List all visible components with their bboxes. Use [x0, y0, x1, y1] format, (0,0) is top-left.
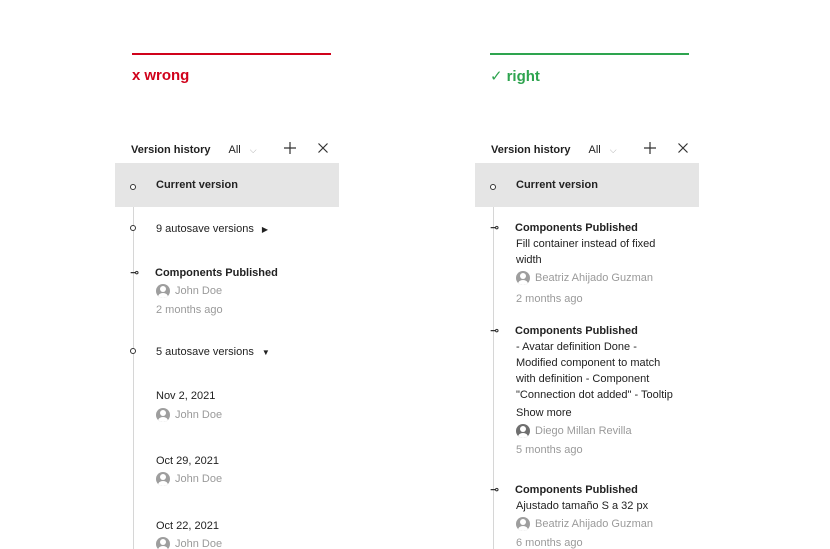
author: John Doe: [156, 537, 222, 549]
timestamp: 2 months ago: [516, 293, 583, 305]
timestamp: 2 months ago: [156, 304, 223, 316]
timeline-dot: [130, 225, 136, 231]
author: Diego Millan Revilla: [516, 424, 632, 438]
author: John Doe: [156, 408, 222, 422]
version-date[interactable]: Nov 2, 2021: [156, 388, 215, 404]
user-avatar-icon: [516, 517, 530, 531]
plus-icon[interactable]: [643, 141, 657, 155]
published-title[interactable]: Components Published: [515, 325, 638, 337]
author: Beatriz Ahijado Guzman: [516, 271, 653, 285]
author-name: John Doe: [175, 473, 223, 485]
panel-title: Version history: [491, 144, 571, 156]
published-description-line: "Connection dot added" - Tooltip: [516, 389, 673, 401]
triangle-right-icon: ▶: [261, 224, 268, 234]
version-date[interactable]: Oct 29, 2021: [156, 453, 219, 469]
user-avatar-icon: [516, 424, 530, 438]
author-name: Beatriz Ahijado Guzman: [535, 518, 654, 530]
user-avatar-icon: [156, 284, 170, 298]
timeline-dot: [490, 184, 496, 190]
current-version-row[interactable]: Current version: [475, 163, 699, 207]
panel-toolbar: Version history All ⌵: [131, 139, 339, 161]
author: John Doe: [156, 284, 222, 298]
author-name: John Doe: [175, 285, 223, 297]
wrong-label: x wrong: [132, 67, 331, 84]
arrow-node-icon: ⊸: [130, 267, 140, 279]
autosave-group-label: 9 autosave versions: [156, 223, 254, 235]
filter-value: All: [588, 144, 601, 156]
plus-icon[interactable]: [283, 141, 297, 155]
published-description-line: Modified component to match: [516, 357, 661, 369]
right-label: ✓ right: [490, 67, 689, 86]
published-title[interactable]: Components Published: [515, 484, 638, 496]
autosave-group-toggle[interactable]: 5 autosave versions ▼: [156, 346, 270, 358]
right-label-text: right: [506, 67, 540, 85]
author: Beatriz Ahijado Guzman: [516, 517, 653, 531]
chevron-down-icon: ⌵: [609, 144, 617, 155]
current-version-row[interactable]: Current version: [115, 163, 339, 207]
arrow-node-icon: ⊸: [490, 222, 500, 234]
published-description-line: - Avatar definition Done -: [516, 341, 637, 353]
arrow-node-icon: ⊸: [490, 325, 500, 337]
author: John Doe: [156, 472, 222, 486]
panel-title: Version history: [131, 144, 211, 156]
timestamp: 6 months ago: [516, 537, 583, 549]
author-name: John Doe: [175, 409, 223, 421]
filter-dropdown[interactable]: All ⌵: [228, 144, 256, 156]
close-icon[interactable]: [676, 141, 690, 155]
user-avatar-icon: [156, 537, 170, 549]
published-description-line: width: [516, 254, 542, 266]
triangle-down-icon: ▼: [261, 347, 270, 357]
author-name: John Doe: [175, 538, 223, 549]
wrong-header: x wrong: [132, 53, 331, 84]
version-date[interactable]: Oct 22, 2021: [156, 518, 219, 534]
chevron-down-icon: ⌵: [249, 144, 257, 155]
arrow-node-icon: ⊸: [490, 484, 500, 496]
published-title[interactable]: Components Published: [515, 222, 638, 234]
filter-value: All: [228, 144, 241, 156]
current-version-label: Current version: [516, 179, 598, 191]
user-avatar-icon: [516, 271, 530, 285]
filter-dropdown[interactable]: All ⌵: [588, 144, 616, 156]
timeline-dot: [130, 184, 136, 190]
autosave-group-label: 5 autosave versions: [156, 346, 254, 358]
author-name: Diego Millan Revilla: [535, 425, 632, 437]
right-divider: [490, 53, 689, 55]
right-version-history-panel: Version history All ⌵ Current version ⊸ …: [475, 135, 699, 549]
check-mark-icon: ✓: [490, 68, 503, 85]
current-version-label: Current version: [156, 179, 238, 191]
author-name: Beatriz Ahijado Guzman: [535, 272, 654, 284]
published-description-line: Ajustado tamaño S a 32 px: [516, 500, 649, 512]
published-title[interactable]: Components Published: [155, 267, 278, 279]
published-description-line: with definition - Component: [516, 373, 650, 385]
timestamp: 5 months ago: [516, 444, 583, 456]
x-mark-icon: x: [132, 67, 141, 84]
published-description-line: Fill container instead of fixed: [516, 238, 656, 250]
wrong-label-text: wrong: [144, 67, 190, 84]
right-header: ✓ right: [490, 53, 689, 85]
autosave-group-toggle[interactable]: 9 autosave versions ▶: [156, 223, 268, 235]
timeline-dot: [130, 348, 136, 354]
panel-toolbar: Version history All ⌵: [491, 139, 699, 161]
wrong-divider: [132, 53, 331, 55]
wrong-version-history-panel: Version history All ⌵ Current version 9 …: [115, 135, 339, 549]
user-avatar-icon: [156, 472, 170, 486]
timeline-line: [133, 187, 134, 549]
close-icon[interactable]: [316, 141, 330, 155]
show-more-link[interactable]: Show more: [516, 405, 572, 421]
user-avatar-icon: [156, 408, 170, 422]
